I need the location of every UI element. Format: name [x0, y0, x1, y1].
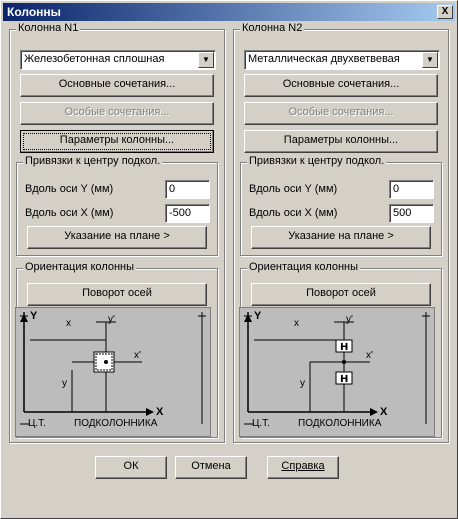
along-y-input[interactable]: 0 — [389, 180, 434, 199]
basic-combinations-button[interactable]: Основные сочетания... — [20, 74, 214, 97]
orientation-diagram: Y X x y' x' y Ц.Т. ПОДКОЛОННИКА — [15, 307, 211, 437]
along-x-input[interactable]: -500 — [165, 204, 210, 223]
diagram-graphics: H H — [244, 312, 430, 425]
diagram-y-small: y — [62, 378, 67, 389]
ok-button[interactable]: ОК — [95, 456, 167, 479]
chevron-down-icon[interactable]: ▼ — [422, 52, 438, 68]
orientation-group: Ориентация колонны Поворот осей — [239, 261, 442, 438]
column-1-panel: Колонна N1 Железобетонная сплошная ▼ Осн… — [9, 22, 229, 447]
diagram-y-prime: y' — [108, 314, 115, 325]
rotate-axes-button[interactable]: Поворот осей — [251, 283, 431, 306]
along-x-label: Вдоль оси X (мм) — [25, 207, 114, 219]
help-button[interactable]: Справка — [267, 456, 339, 479]
close-button[interactable]: X — [437, 5, 453, 19]
diagram-ct-label: Ц.Т. — [252, 418, 270, 429]
orientation-group-title: Ориентация колонны — [247, 261, 361, 273]
column-2-title: Колонна N2 — [240, 22, 305, 34]
window-title: Колонны — [7, 5, 61, 19]
title-bar[interactable]: Колонны X — [3, 3, 455, 21]
diagram-y-axis: Y — [30, 310, 38, 322]
bind-group-title: Привязки к центру подкол. — [247, 155, 387, 167]
diagram-x-axis: X — [156, 406, 164, 418]
column-params-button[interactable]: Параметры колонны... — [244, 130, 438, 153]
orientation-group: Ориентация колонны Поворот осей — [15, 261, 218, 438]
orientation-diagram: H H Y X x y' x' y Ц.Т. ПОДКОЛОННИКА — [239, 307, 435, 437]
plan-indication-button[interactable]: Указание на плане > — [27, 226, 207, 249]
orientation-group-title: Ориентация колонны — [23, 261, 137, 273]
column-1-type-value: Железобетонная сплошная — [24, 53, 165, 65]
diagram-ct-label: Ц.Т. — [28, 418, 46, 429]
column-2-group: Колонна N2 Металлическая двухветвевая ▼ … — [233, 22, 449, 443]
column-params-button[interactable]: Параметры колонны... — [20, 130, 214, 153]
along-x-label: Вдоль оси X (мм) — [249, 207, 338, 219]
column-2-type-value: Металлическая двухветвевая — [248, 53, 400, 65]
diagram-podk-label: ПОДКОЛОННИКА — [74, 418, 158, 429]
rotate-axes-button[interactable]: Поворот осей — [27, 283, 207, 306]
cancel-button[interactable]: Отмена — [175, 456, 247, 479]
special-combinations-button[interactable]: Особые сочетания... — [20, 102, 214, 125]
along-y-label: Вдоль оси Y (мм) — [249, 183, 338, 195]
diagram-graphics — [20, 312, 206, 425]
diagram-podk-label: ПОДКОЛОННИКА — [298, 418, 382, 429]
column-1-type-select[interactable]: Железобетонная сплошная ▼ — [20, 50, 216, 70]
diagram-x-prime: x' — [366, 350, 373, 361]
basic-combinations-button[interactable]: Основные сочетания... — [244, 74, 438, 97]
diagram-x-small: x — [66, 318, 71, 329]
special-combinations-button[interactable]: Особые сочетания... — [244, 102, 438, 125]
along-x-input[interactable]: 500 — [389, 204, 434, 223]
diagram-x-small: x — [294, 318, 299, 329]
svg-text:H: H — [340, 342, 348, 353]
diagram-x-axis: X — [380, 406, 388, 418]
bind-group-title: Привязки к центру подкол. — [23, 155, 163, 167]
diagram-y-small: y — [300, 378, 305, 389]
diagram-y-prime: y' — [346, 314, 353, 325]
bind-group: Привязки к центру подкол. Вдоль оси Y (м… — [240, 155, 442, 256]
along-y-label: Вдоль оси Y (мм) — [25, 183, 114, 195]
svg-text:H: H — [340, 374, 348, 385]
plan-indication-button[interactable]: Указание на плане > — [251, 226, 431, 249]
chevron-down-icon[interactable]: ▼ — [198, 52, 214, 68]
columns-dialog: Колонны X Колонна N1 Железобетонная спло… — [0, 0, 458, 519]
column-1-group: Колонна N1 Железобетонная сплошная ▼ Осн… — [9, 22, 225, 443]
column-2-panel: Колонна N2 Металлическая двухветвевая ▼ … — [233, 22, 453, 447]
along-y-input[interactable]: 0 — [165, 180, 210, 199]
column-2-type-select[interactable]: Металлическая двухветвевая ▼ — [244, 50, 440, 70]
column-1-title: Колонна N1 — [16, 22, 81, 34]
bind-group: Привязки к центру подкол. Вдоль оси Y (м… — [16, 155, 218, 256]
diagram-y-axis: Y — [254, 310, 262, 322]
diagram-x-prime: x' — [134, 350, 141, 361]
